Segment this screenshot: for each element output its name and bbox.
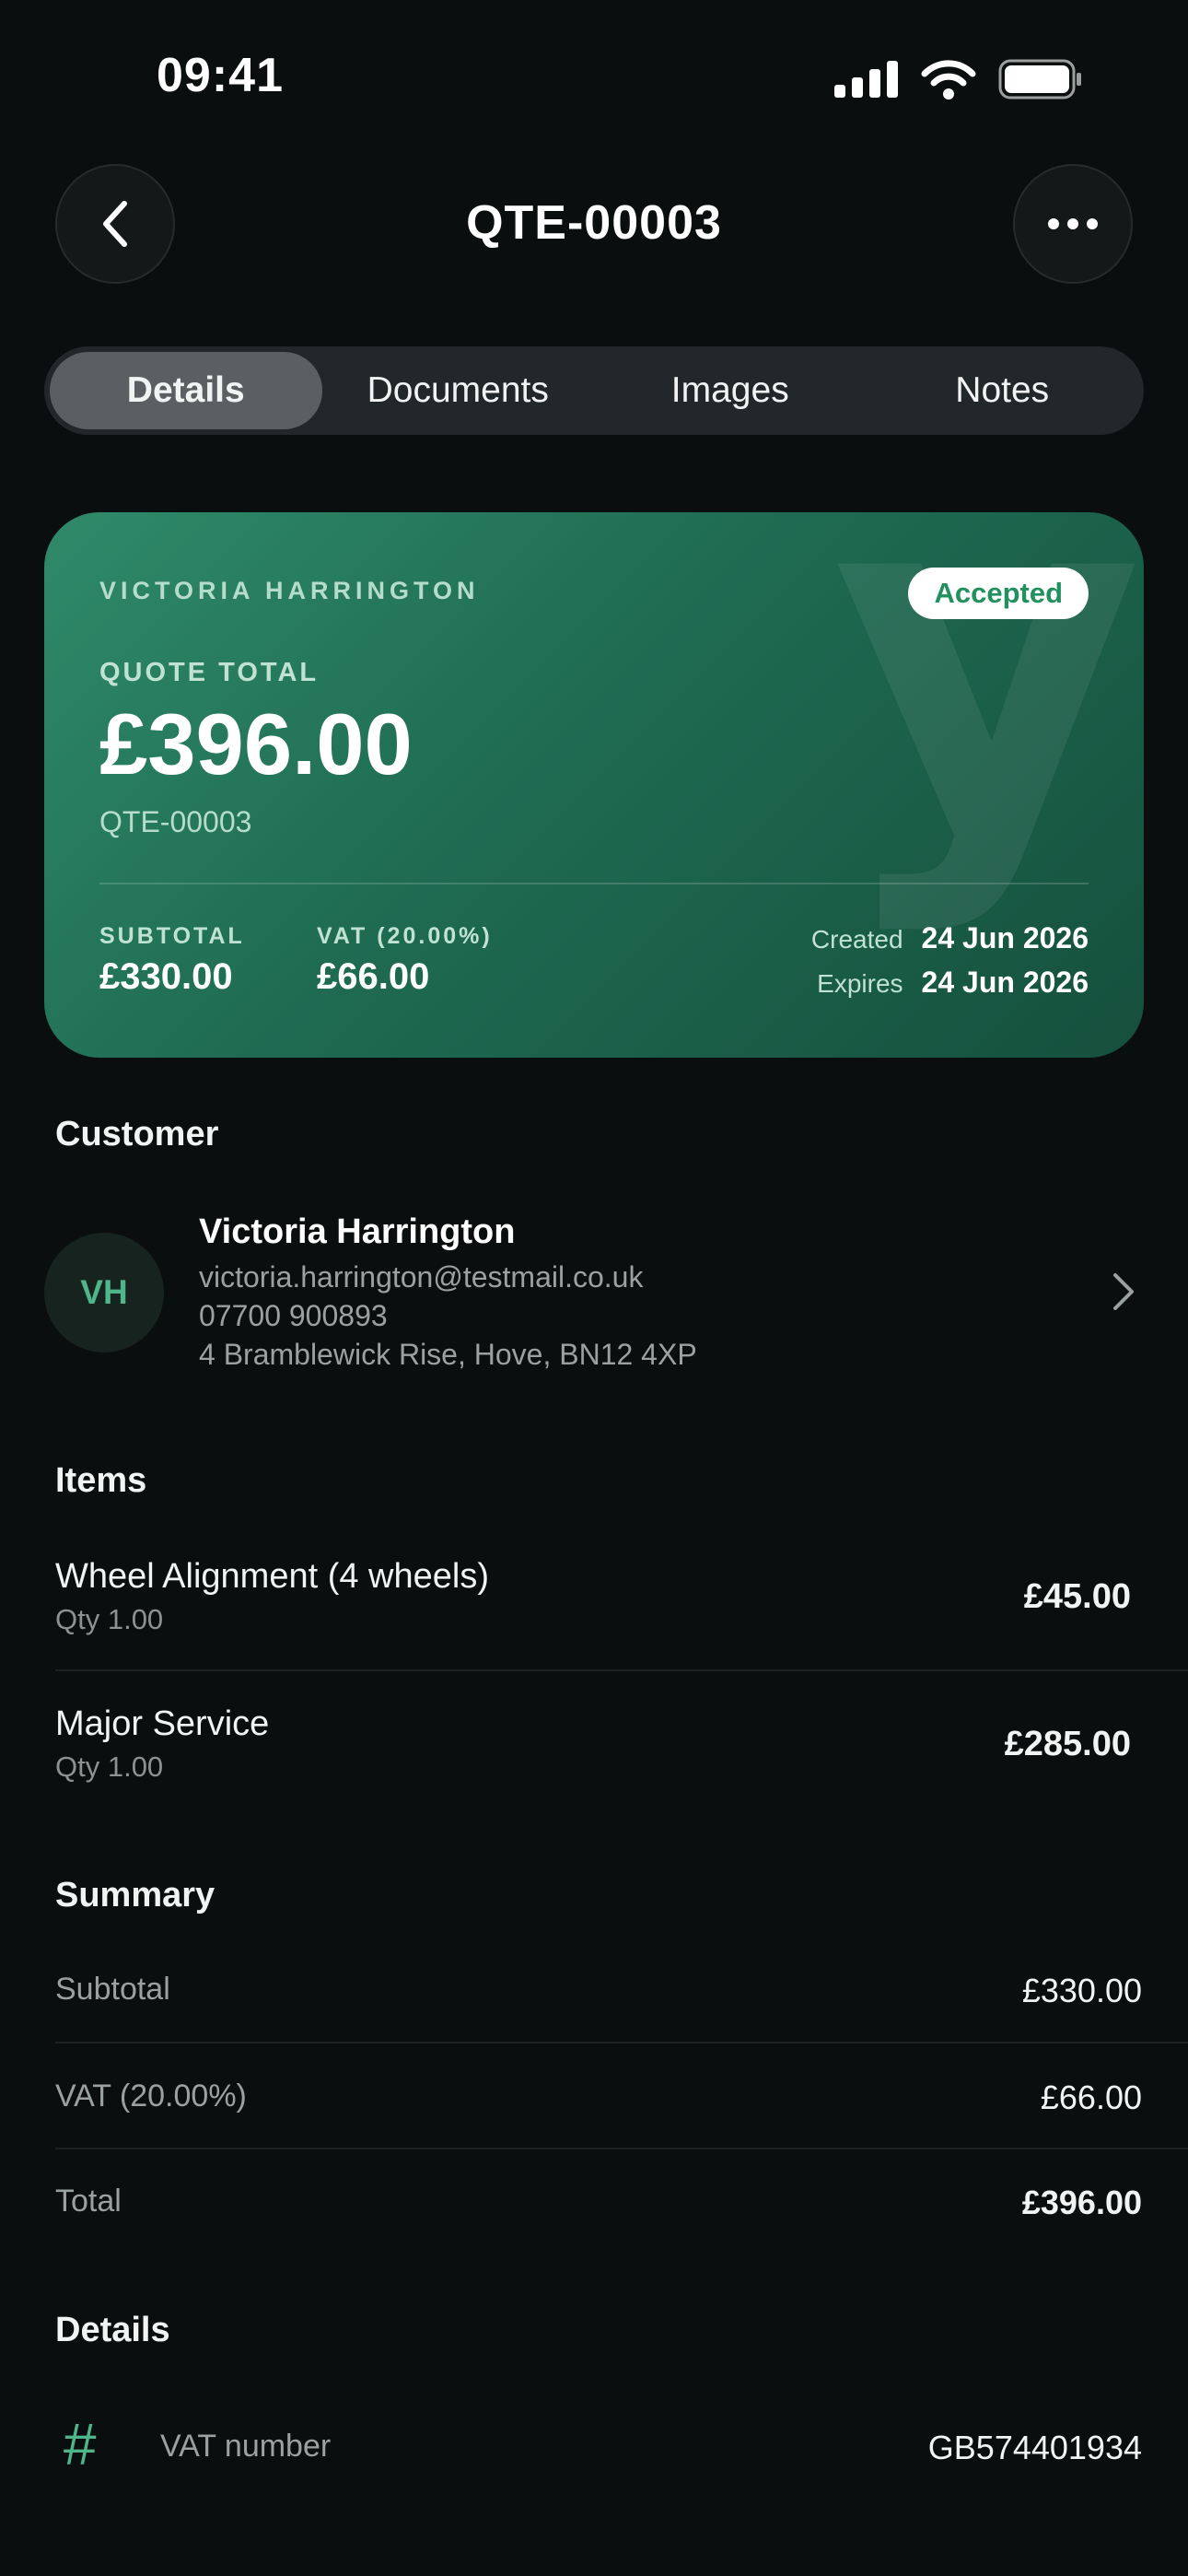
card-subtotal-label: SUBTOTAL [99, 923, 245, 949]
card-dates: Created 24 Jun 2026 Expires 24 Jun 2026 [811, 921, 1089, 1010]
quote-reference: QTE-00003 [99, 805, 252, 838]
card-divider [99, 883, 1089, 884]
vat-number-value: GB574401934 [927, 2429, 1142, 2466]
wifi-icon [921, 60, 976, 100]
chevron-right-icon[interactable] [1111, 1271, 1136, 1312]
summary-vat-label: VAT (20.00%) [55, 2078, 247, 2113]
summary-total-value: £396.00 [1021, 2184, 1142, 2221]
customer-email: victoria.harrington@testmail.co.uk [199, 1260, 644, 1294]
more-options-button[interactable] [1013, 164, 1133, 284]
segmented-tabs: Details Documents Images Notes [44, 346, 1144, 435]
status-icons [834, 59, 1083, 100]
quote-detail-screen: 09:41 QTE-00003 Details Documents Images… [0, 0, 1188, 2576]
more-horizontal-icon [1048, 218, 1098, 229]
tab-details[interactable]: Details [50, 352, 322, 429]
expires-date: 24 Jun 2026 [921, 966, 1089, 999]
quote-total-label: QUOTE TOTAL [99, 658, 320, 687]
summary-subtotal-value: £330.00 [1021, 1972, 1142, 2009]
quote-summary-card: y VICTORIA HARRINGTON Accepted QUOTE TOT… [44, 512, 1144, 1058]
hash-icon: # [63, 2411, 96, 2477]
customer-phone: 07700 900893 [199, 1299, 388, 1332]
item-name: Major Service [55, 1704, 270, 1743]
tab-images[interactable]: Images [594, 352, 867, 429]
card-vat-value: £66.00 [317, 956, 430, 997]
item-price: £285.00 [1004, 1725, 1131, 1763]
summary-subtotal-label: Subtotal [55, 1972, 170, 2007]
item-qty: Qty 1.00 [55, 1603, 164, 1635]
customer-name[interactable]: Victoria Harrington [199, 1212, 515, 1252]
customer-address: 4 Bramblewick Rise, Hove, BN12 4XP [199, 1338, 697, 1371]
item-qty: Qty 1.00 [55, 1751, 164, 1783]
vat-number-label: VAT number [160, 2429, 332, 2464]
status-time: 09:41 [157, 49, 284, 102]
quote-total-amount: £396.00 [99, 696, 413, 792]
item-divider [55, 1669, 1188, 1671]
card-subtotal-value: £330.00 [99, 956, 233, 997]
item-name: Wheel Alignment (4 wheels) [55, 1557, 489, 1596]
summary-divider [55, 2042, 1188, 2043]
avatar: VH [44, 1233, 164, 1352]
items-section-title: Items [55, 1461, 147, 1500]
created-label: Created [810, 925, 903, 954]
page-title: QTE-00003 [466, 196, 722, 250]
summary-vat-value: £66.00 [1040, 2078, 1142, 2116]
card-customer-name: VICTORIA HARRINGTON [99, 577, 480, 604]
summary-total-label: Total [55, 2184, 122, 2219]
created-date-row: Created 24 Jun 2026 [811, 921, 1089, 966]
tab-notes[interactable]: Notes [867, 352, 1139, 429]
tab-documents[interactable]: Documents [322, 352, 595, 429]
status-badge: Accepted [908, 568, 1089, 619]
cellular-signal-icon [834, 61, 898, 98]
summary-section-title: Summary [55, 1876, 215, 1914]
details-section-title: Details [55, 2311, 170, 2349]
expires-date-row: Expires 24 Jun 2026 [811, 966, 1089, 1010]
expires-label: Expires [817, 969, 903, 998]
item-price: £45.00 [1023, 1577, 1131, 1616]
created-date: 24 Jun 2026 [921, 921, 1089, 954]
battery-icon [998, 59, 1081, 100]
customer-section-title: Customer [55, 1115, 219, 1153]
card-vat-label: VAT (20.00%) [317, 923, 493, 949]
summary-divider [55, 2148, 1188, 2149]
